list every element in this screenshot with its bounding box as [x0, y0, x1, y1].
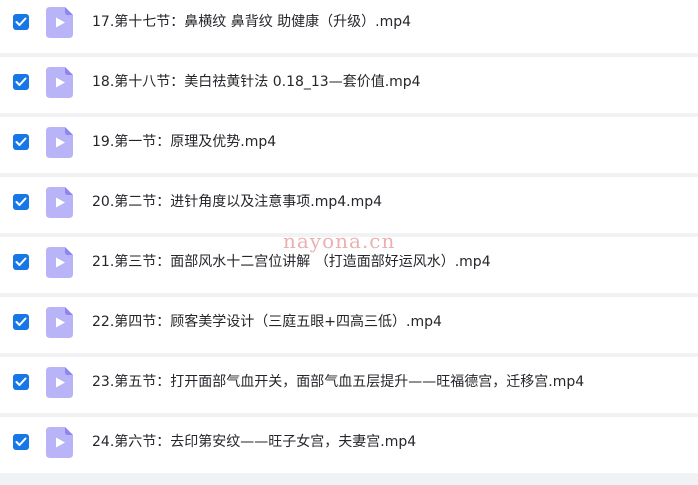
checkbox[interactable]	[13, 134, 29, 150]
list-item[interactable]: 21.第三节：面部风水十二宫位讲解 （打造面部好运风水）.mp4	[0, 237, 698, 293]
file-name: 24.第六节：去印第安纹——旺子女宫，夫妻宫.mp4	[92, 434, 417, 450]
checkbox[interactable]	[13, 14, 29, 30]
check-icon	[15, 197, 27, 206]
list-item[interactable]: 17.第十七节：鼻横纹 鼻背纹 助健康（升级）.mp4	[0, 0, 698, 53]
list-item[interactable]: 22.第四节：顾客美学设计（三庭五眼+四高三低）.mp4	[0, 297, 698, 353]
checkbox[interactable]	[13, 194, 29, 210]
check-icon	[15, 257, 27, 266]
video-file-icon	[46, 7, 73, 38]
checkbox[interactable]	[13, 314, 29, 330]
file-list: 17.第十七节：鼻横纹 鼻背纹 助健康（升级）.mp4 18.第十八节：美白祛黄…	[0, 0, 698, 485]
list-item[interactable]: 19.第一节：原理及优势.mp4	[0, 117, 698, 173]
video-file-icon	[46, 67, 73, 98]
list-item[interactable]: 18.第十八节：美白祛黄针法 0.18_13—套价值.mp4	[0, 57, 698, 113]
check-icon	[15, 377, 27, 386]
checkbox[interactable]	[13, 374, 29, 390]
check-icon	[15, 77, 27, 86]
checkbox[interactable]	[13, 434, 29, 450]
video-file-icon	[46, 367, 73, 398]
check-icon	[15, 17, 27, 26]
list-item[interactable]: 20.第二节：进针角度以及注意事项.mp4.mp4	[0, 177, 698, 233]
video-file-icon	[46, 307, 73, 338]
check-icon	[15, 437, 27, 446]
file-name: 21.第三节：面部风水十二宫位讲解 （打造面部好运风水）.mp4	[92, 254, 491, 270]
list-item[interactable]: 24.第六节：去印第安纹——旺子女宫，夫妻宫.mp4	[0, 417, 698, 473]
file-name: 22.第四节：顾客美学设计（三庭五眼+四高三低）.mp4	[92, 314, 442, 330]
video-file-icon	[46, 127, 73, 158]
check-icon	[15, 137, 27, 146]
list-item[interactable]: 23.第五节：打开面部气血开关，面部气血五层提升——旺福德宫，迁移宫.mp4	[0, 357, 698, 413]
checkbox[interactable]	[13, 254, 29, 270]
video-file-icon	[46, 247, 73, 278]
file-name: 20.第二节：进针角度以及注意事项.mp4.mp4	[92, 194, 383, 210]
file-name: 17.第十七节：鼻横纹 鼻背纹 助健康（升级）.mp4	[92, 14, 412, 30]
check-icon	[15, 317, 27, 326]
file-name: 19.第一节：原理及优势.mp4	[92, 134, 277, 150]
video-file-icon	[46, 427, 73, 458]
file-name: 18.第十八节：美白祛黄针法 0.18_13—套价值.mp4	[92, 74, 421, 90]
checkbox[interactable]	[13, 74, 29, 90]
file-name: 23.第五节：打开面部气血开关，面部气血五层提升——旺福德宫，迁移宫.mp4	[92, 374, 585, 390]
video-file-icon	[46, 187, 73, 218]
